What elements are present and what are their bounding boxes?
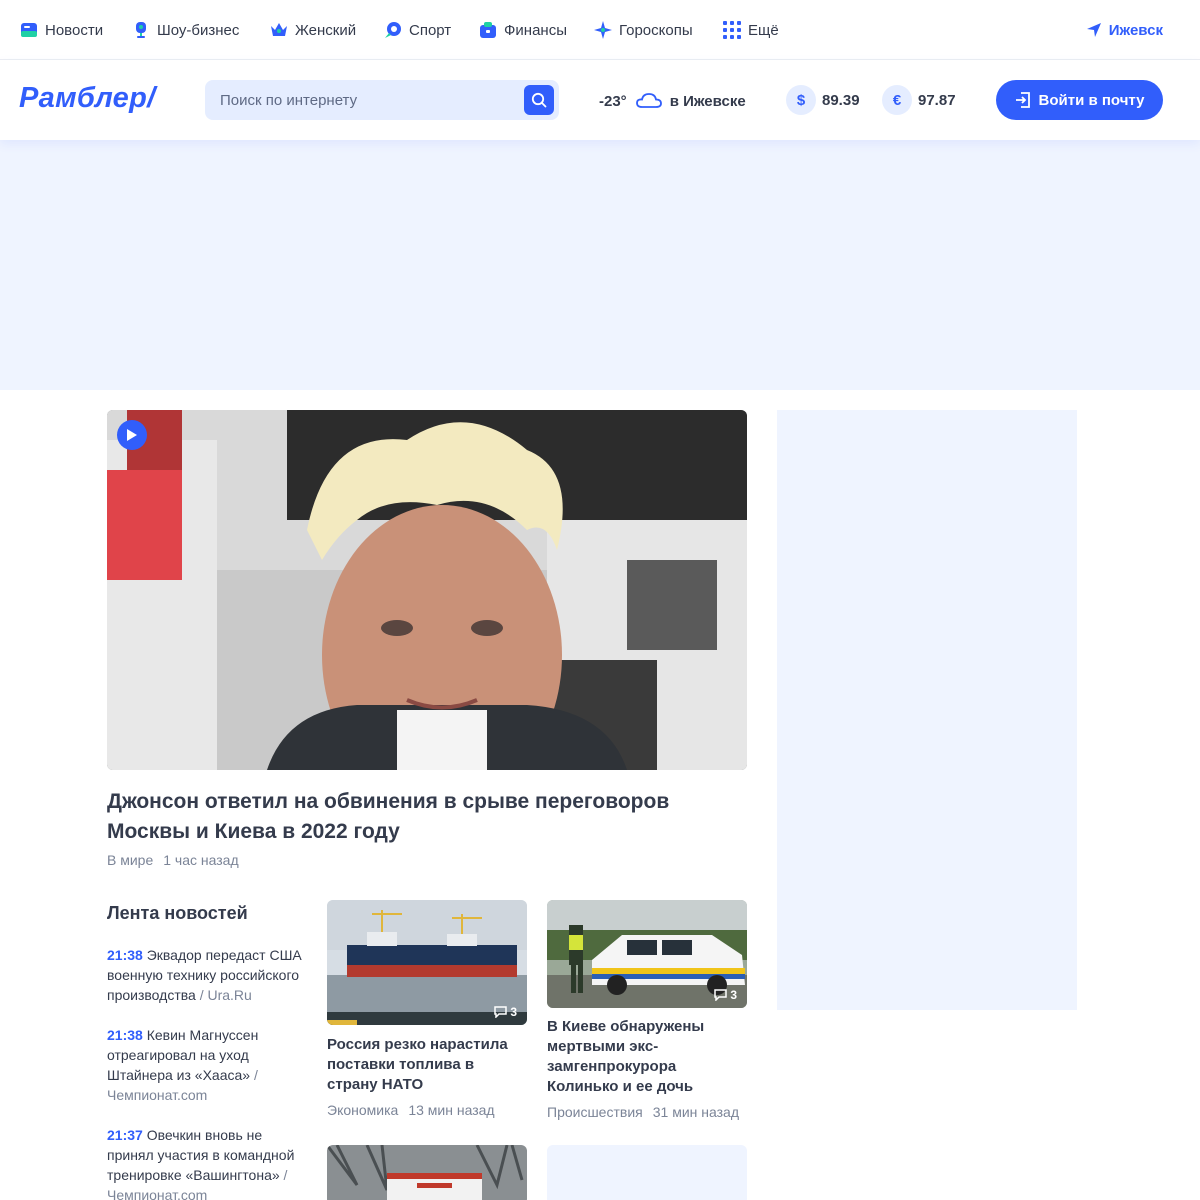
news-feed-title: Лента новостей [107,903,248,923]
feed-item-time: 21:37 [107,1127,143,1143]
main-story-photo[interactable] [107,410,747,770]
card-title[interactable]: В Киеве обнаружены мертвыми экс-замгенпр… [547,1017,747,1097]
weather-widget[interactable]: -23° в Ижевске [599,90,746,112]
nav-item-sport[interactable]: Спорт [384,19,451,41]
dollar-icon: $ [786,85,816,115]
comments-number: 3 [510,1005,517,1019]
microphone-icon [136,22,146,38]
search-button[interactable] [524,85,554,115]
card-time: 13 мин назад [408,1102,495,1118]
nav-item-more[interactable]: Ещё [723,19,779,41]
card-photo[interactable]: 3 [547,900,747,1008]
feed-item[interactable]: 21:37 Овечкин вновь не принял участия в … [107,1125,307,1200]
ambulance-image [327,1145,527,1200]
sport-icon [385,22,401,38]
login-icon [1015,92,1030,108]
play-video-button[interactable] [117,420,147,450]
city-name: Ижевск [1108,21,1163,39]
search-input[interactable] [205,80,515,120]
location-arrow-icon [1086,23,1101,37]
nav-item-label: Спорт [409,21,452,39]
nav-item-horoscope[interactable]: Гороскопы [594,19,693,41]
city-selector[interactable]: Ижевск [1086,19,1163,41]
cloud-icon [635,93,662,108]
card-time: 31 мин назад [652,1104,739,1120]
login-label: Войти в почту [1038,91,1145,109]
comments-count[interactable]: 3 [494,1005,517,1019]
card-photo[interactable]: 3 [327,900,527,1025]
comments-number: 3 [730,988,737,1002]
nav-item-label: Новости [45,21,104,39]
crown-icon [271,23,287,36]
header: Рамблер/ -23° в Ижевске $ 89.39 € 97.87 … [0,60,1200,140]
nav-item-news[interactable]: Новости [20,19,103,41]
nav-item-women[interactable]: Женский [270,19,356,41]
feed-item-time: 21:38 [107,1027,143,1043]
search-icon [531,92,547,108]
main-story-category[interactable]: В мире [107,852,153,868]
nav-item-label: Гороскопы [619,21,693,39]
main-story-image [107,410,747,770]
ad-banner-top [0,140,1200,390]
card-photo[interactable] [327,1145,527,1200]
nav-item-finance[interactable]: Финансы [479,19,567,41]
card-title[interactable]: Россия резко нарастила поставки топлива … [327,1035,527,1095]
top-navigation: Новости Шоу-бизнес Женский Спорт Финансы… [0,0,1200,60]
feed-item[interactable]: 21:38 Эквадор передаст США военную техни… [107,945,307,1005]
nav-item-label: Шоу-бизнес [157,21,240,39]
weather-location: в Ижевске [669,92,746,110]
rate-eur[interactable]: € 97.87 [882,85,956,115]
main-story-meta: В мире 1 час назад [107,852,239,868]
star-icon [594,21,612,39]
search-bar [205,80,559,120]
ad-card-placeholder [547,1145,747,1200]
comment-icon [714,989,728,1001]
ad-banner-right [777,410,1077,1010]
weather-temperature: -23° [599,92,627,110]
rate-value: 97.87 [918,91,956,109]
login-mail-button[interactable]: Войти в почту [996,80,1163,120]
card-category[interactable]: Происшествия [547,1104,643,1120]
news-icon [21,23,37,37]
card-meta: Экономика 13 мин назад [327,1102,495,1118]
comment-icon [494,1006,508,1018]
wallet-icon [480,22,496,38]
card-meta: Происшествия 31 мин назад [547,1104,739,1120]
card-category[interactable]: Экономика [327,1102,398,1118]
play-icon [127,429,137,441]
main-story-title[interactable]: Джонсон ответил на обвинения в срыве пер… [107,787,747,847]
feed-item[interactable]: 21:38 Кевин Магнуссен отреагировал на ух… [107,1025,307,1105]
feed-item-source: Чемпионат.com [107,1187,208,1200]
nav-item-label: Женский [295,21,357,39]
main-story-time: 1 час назад [163,852,239,868]
feed-item-time: 21:38 [107,947,143,963]
grid-icon [723,21,741,39]
nav-item-showbiz[interactable]: Шоу-бизнес [132,19,239,41]
feed-item-source: Чемпионат.com [107,1087,208,1103]
nav-item-label: Финансы [504,21,567,39]
rate-value: 89.39 [822,91,860,109]
nav-item-label: Ещё [748,21,779,39]
feed-item-source: Ura.Ru [207,987,252,1003]
comments-count[interactable]: 3 [714,988,737,1002]
rate-usd[interactable]: $ 89.39 [786,85,860,115]
euro-icon: € [882,85,912,115]
logo[interactable]: Рамблер/ [19,82,155,115]
